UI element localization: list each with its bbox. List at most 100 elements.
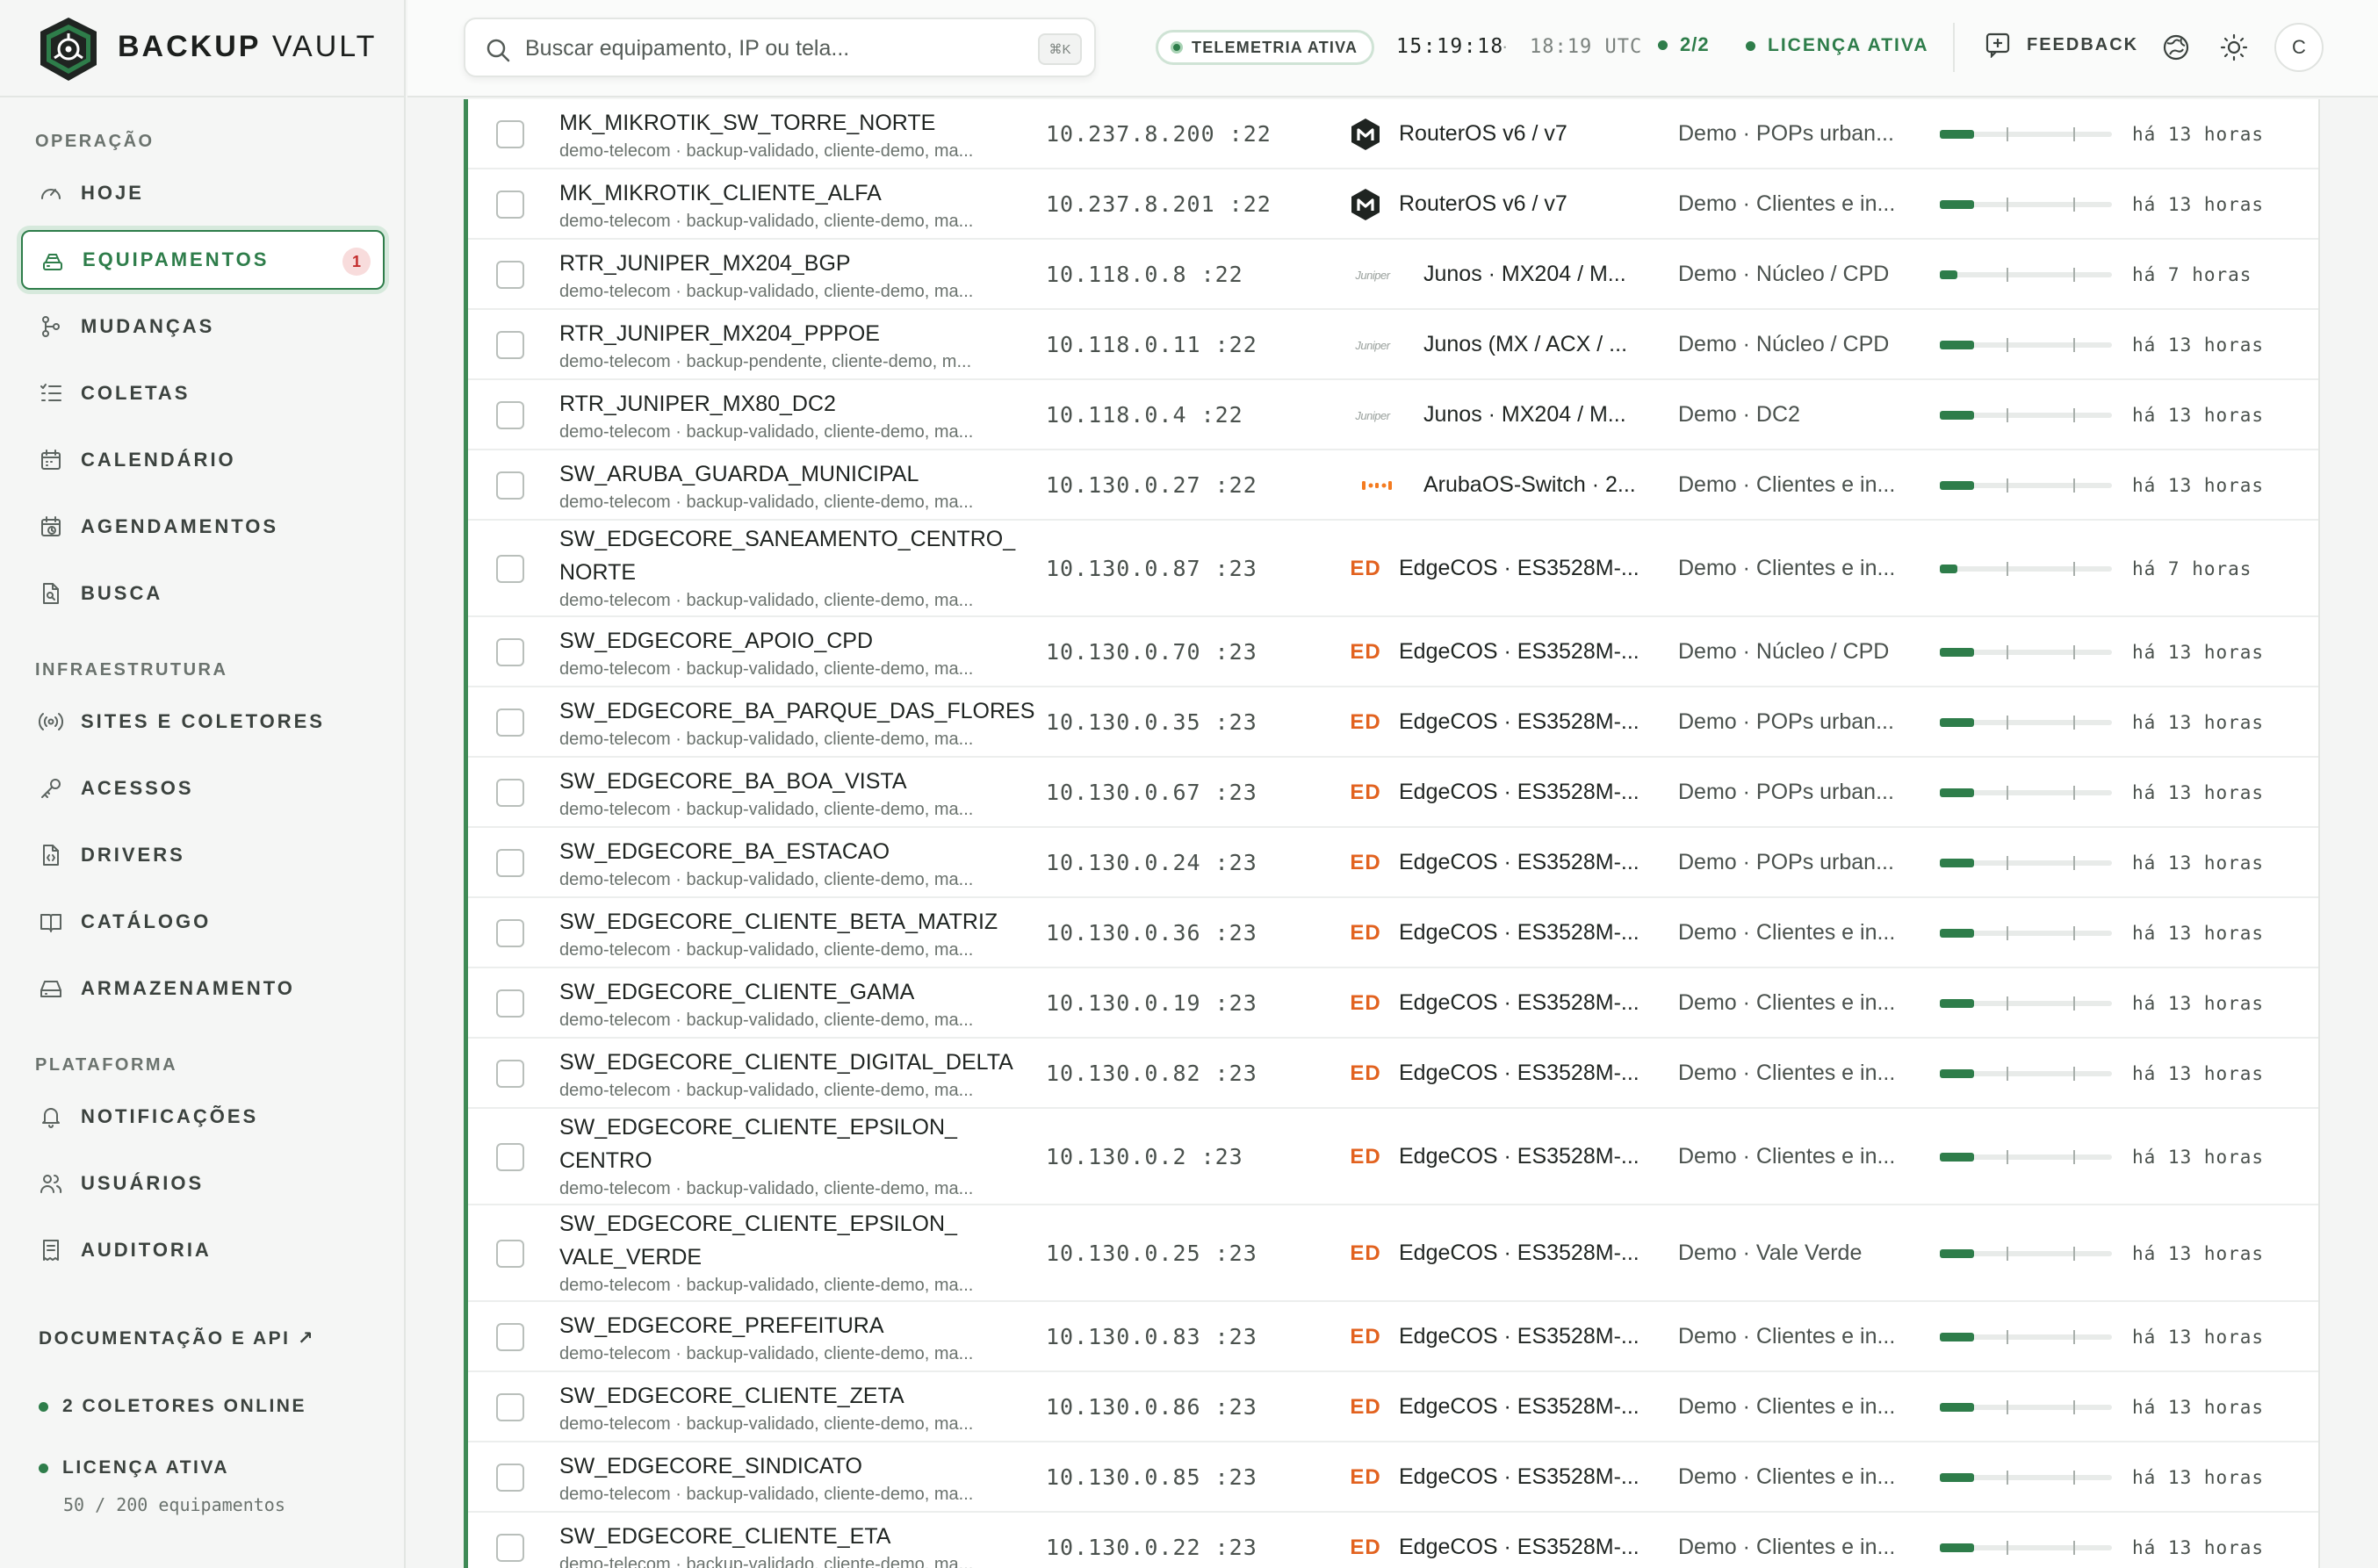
device-driver: RouterOS v6 / v7 [1399,121,1567,146]
table-row[interactable]: SW_EDGECORE_SINDICATO demo-telecom · bac… [468,1442,2318,1513]
sidebar-item-armazenamento[interactable]: ARMAZENAMENTO [21,959,385,1018]
time-separator: · [1502,35,1509,57]
sidebar-item-busca[interactable]: BUSCA [21,564,385,623]
row-select-checkbox[interactable] [496,401,524,429]
device-name[interactable]: SW_EDGECORE_CLIENTE_DIGITAL_DELTA [559,1046,1016,1079]
device-name[interactable]: RTR_JUNIPER_MX80_DC2 [559,387,1016,421]
table-row[interactable]: MK_MIKROTIK_CLIENTE_ALFA demo-telecom · … [468,169,2318,240]
device-name[interactable]: SW_EDGECORE_BA_PARQUE_DAS_FLORES [559,694,1034,728]
row-select-checkbox[interactable] [496,638,524,666]
sidebar-item-auditoria[interactable]: AUDITORIA [21,1220,385,1280]
table-row[interactable]: SW_EDGECORE_BA_ESTACAO demo-telecom · ba… [468,828,2318,898]
row-select-checkbox[interactable] [496,1464,524,1492]
sidebar-item-sites-e-coletores[interactable]: SITES E COLETORES [21,692,385,752]
table-row[interactable]: RTR_JUNIPER_MX80_DC2 demo-telecom · back… [468,380,2318,450]
row-select-checkbox[interactable] [496,779,524,807]
health-bar-tick [2073,1541,2075,1555]
row-select-checkbox[interactable] [496,989,524,1018]
device-name[interactable]: SW_EDGECORE_SINDICATO [559,1449,1016,1483]
sidebar-item-equipamentos[interactable]: EQUIPAMENTOS 1 [21,230,385,290]
feedback-button[interactable]: FEEDBACK [1985,32,2138,58]
search-box[interactable]: ⌘K [464,18,1096,77]
sidebar-item-notifica-es[interactable]: NOTIFICAÇÕES [21,1087,385,1147]
device-name[interactable]: RTR_JUNIPER_MX204_BGP [559,247,1016,280]
row-select-checkbox[interactable] [496,471,524,500]
message-plus-icon [1985,32,2010,58]
table-row[interactable]: RTR_JUNIPER_MX204_BGP demo-telecom · bac… [468,240,2318,310]
table-row[interactable]: SW_EDGECORE_CLIENTE_BETA_MATRIZ demo-tel… [468,898,2318,968]
row-select-checkbox[interactable] [496,120,524,148]
license-usage: 50 / 200 equipamentos [63,1494,285,1515]
row-select-checkbox[interactable] [496,1534,524,1562]
row-select-checkbox[interactable] [496,261,524,289]
table-row[interactable]: SW_EDGECORE_CLIENTE_GAMA demo-telecom · … [468,968,2318,1039]
row-select-checkbox[interactable] [496,919,524,947]
sidebar-item-mudan-as[interactable]: MUDANÇAS [21,297,385,356]
table-row[interactable]: SW_EDGECORE_BA_PARQUE_DAS_FLORES demo-te… [468,687,2318,758]
table-row[interactable]: SW_EDGECORE_CLIENTE_ZETA demo-telecom · … [468,1372,2318,1442]
table-row[interactable]: RTR_JUNIPER_MX204_PPPOE demo-telecom · b… [468,310,2318,380]
license-indicator[interactable]: LICENÇA ATIVA [1746,35,1929,56]
search-input[interactable] [525,32,999,65]
sidebar-item-calend-rio[interactable]: CALENDÁRIO [21,430,385,490]
sidebar-item-acessos[interactable]: ACESSOS [21,759,385,818]
receipt-icon [43,1240,59,1261]
device-name[interactable]: SW_EDGECORE_BA_BOA_VISTA [559,765,1016,798]
sun-icon[interactable] [2220,33,2248,61]
sidebar-item-label: SITES E COLETORES [81,710,325,732]
collectors-indicator[interactable]: 2/2 [1658,33,1710,56]
row-select-checkbox[interactable] [496,849,524,877]
avatar[interactable]: C [2274,23,2324,72]
row-select-checkbox[interactable] [496,1323,524,1351]
row-select-checkbox[interactable] [496,708,524,737]
device-name[interactable]: SW_EDGECORE_CLIENTE_EPSILON_ VALE_VERDE [559,1207,1016,1274]
sidebar-item-hoje[interactable]: HOJE [21,163,385,223]
device-name[interactable]: MK_MIKROTIK_SW_TORRE_NORTE [559,106,1016,140]
table-row[interactable]: SW_EDGECORE_APOIO_CPD demo-telecom · bac… [468,617,2318,687]
device-name[interactable]: SW_EDGECORE_BA_ESTACAO [559,835,1016,868]
table-row[interactable]: SW_EDGECORE_CLIENTE_EPSILON_ VALE_VERDE d… [468,1205,2318,1302]
device-name[interactable]: SW_EDGECORE_CLIENTE_ETA [559,1520,1016,1553]
device-name[interactable]: SW_EDGECORE_SANEAMENTO_CENTRO_ NORTE [559,522,1016,589]
table-row[interactable]: SW_EDGECORE_CLIENTE_DIGITAL_DELTA demo-t… [468,1039,2318,1109]
sidebar-item-drivers[interactable]: DRIVERS [21,825,385,885]
sidebar-item-cat-logo[interactable]: CATÁLOGO [21,892,385,952]
row-select-checkbox[interactable] [496,555,524,583]
backup-health-bar [1940,926,2112,940]
health-bar-tick [2007,127,2008,141]
row-select-checkbox[interactable] [496,1143,524,1171]
device-name[interactable]: SW_EDGECORE_CLIENTE_BETA_MATRIZ [559,905,1016,939]
row-select-checkbox[interactable] [496,1240,524,1268]
device-name[interactable]: SW_EDGECORE_CLIENTE_EPSILON_ CENTRO [559,1111,1016,1177]
table-row[interactable]: SW_EDGECORE_CLIENTE_EPSILON_ CENTRO demo-… [468,1109,2318,1205]
vendor-icon-wrap: Juniper [1355,327,1390,363]
globe-icon[interactable] [2162,33,2190,61]
table-row[interactable]: MK_MIKROTIK_SW_TORRE_NORTE demo-telecom … [468,99,2318,169]
docs-api-link[interactable]: DOCUMENTAÇÃO E API ↗ [39,1327,315,1349]
table-row[interactable]: SW_EDGECORE_BA_BOA_VISTA demo-telecom · … [468,758,2318,828]
last-backup-age: há 13 horas [2132,642,2265,663]
table-row[interactable]: SW_ARUBA_GUARDA_MUNICIPAL demo-telecom ·… [468,450,2318,521]
device-name[interactable]: SW_EDGECORE_CLIENTE_ZETA [559,1379,1016,1413]
sidebar-item-agendamentos[interactable]: AGENDAMENTOS [21,497,385,557]
device-name[interactable]: MK_MIKROTIK_CLIENTE_ALFA [559,176,1016,210]
sidebar-item-usu-rios[interactable]: USUÁRIOS [21,1154,385,1213]
device-name[interactable]: SW_EDGECORE_PREFEITURA [559,1309,1016,1342]
device-name[interactable]: SW_ARUBA_GUARDA_MUNICIPAL [559,457,1016,491]
table-row[interactable]: SW_EDGECORE_PREFEITURA demo-telecom · ba… [468,1302,2318,1372]
table-row[interactable]: SW_EDGECORE_SANEAMENTO_CENTRO_ NORTE demo… [468,521,2318,617]
table-row[interactable]: SW_EDGECORE_CLIENTE_ETA demo-telecom · b… [468,1513,2318,1568]
device-site: Demo · Núcleo / CPD [1678,262,1890,286]
device-name[interactable]: SW_EDGECORE_CLIENTE_GAMA [559,975,1016,1009]
device-site: Demo · Núcleo / CPD [1678,639,1890,664]
row-select-checkbox[interactable] [496,331,524,359]
edgecore-icon: ED [1350,1325,1381,1349]
row-select-checkbox[interactable] [496,1060,524,1088]
row-select-checkbox[interactable] [496,1393,524,1421]
sidebar-item-coletas[interactable]: COLETAS [21,363,385,423]
device-name[interactable]: RTR_JUNIPER_MX204_PPPOE [559,317,1016,350]
row-select-checkbox[interactable] [496,191,524,219]
device-name[interactable]: SW_EDGECORE_APOIO_CPD [559,624,1016,658]
feedback-label: FEEDBACK [2027,34,2139,54]
health-bar-tick [2007,1541,2008,1555]
